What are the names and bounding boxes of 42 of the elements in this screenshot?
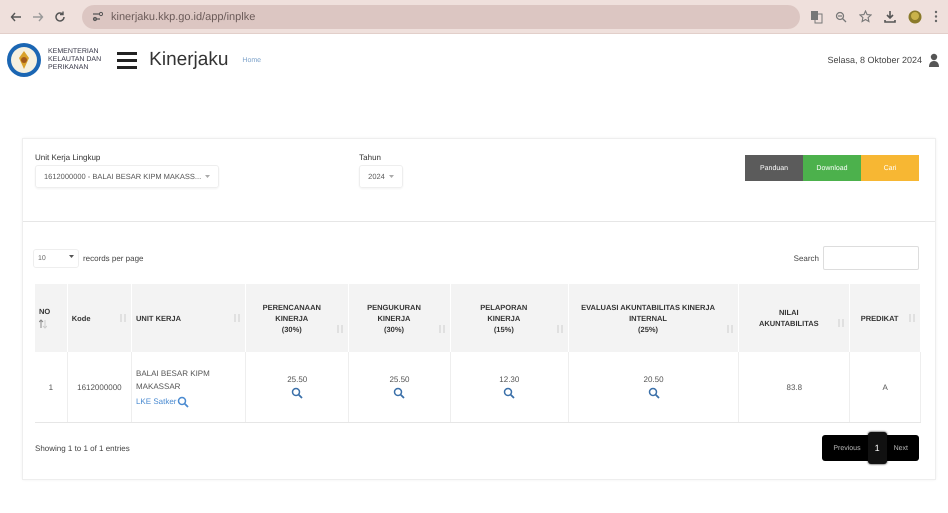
search-icon[interactable] [648, 387, 660, 399]
table-cell: 25.50 [287, 375, 308, 384]
avatar-icon[interactable] [908, 10, 922, 24]
caret-icon [388, 175, 394, 178]
search-icon[interactable] [393, 387, 406, 399]
pagination-button[interactable]: 1 [868, 432, 887, 464]
app-title: Kinerjaku [149, 49, 228, 71]
table-cell: 83.8 [786, 382, 802, 392]
translate-icon[interactable] [810, 10, 823, 24]
table-cell: 25.50 [389, 375, 410, 384]
table-cell: 20.50 [644, 375, 664, 384]
caret-icon [205, 175, 210, 178]
sort-ascending-icon[interactable] [39, 319, 47, 329]
menu-icon[interactable] [117, 50, 138, 70]
back-icon[interactable] [10, 10, 22, 22]
search-icon[interactable] [291, 387, 304, 399]
table-cell-text: BALAI BESAR KIPM MAKASSAR [136, 368, 211, 392]
url-text: kinerjaku.kkp.go.id/app/inplke [111, 10, 256, 22]
table-cell: A [882, 382, 888, 392]
filter-label: Tahun [359, 153, 382, 162]
search-field[interactable] [823, 246, 919, 270]
zoom-icon[interactable] [835, 10, 847, 22]
logo-icon [6, 42, 42, 78]
lke-link[interactable]: LKE Satker [136, 397, 176, 406]
table-cell: 12.30 [499, 375, 520, 384]
search-icon[interactable] [503, 387, 516, 399]
address-bar[interactable]: kinerjaku.kkp.go.id/app/inplke [82, 4, 800, 28]
download-icon[interactable] [884, 10, 896, 23]
search-icon[interactable] [177, 396, 190, 408]
site-settings-icon[interactable] [92, 11, 103, 22]
reload-icon[interactable] [54, 10, 66, 22]
date-text: Selasa, 8 Oktober 2024 [827, 55, 922, 65]
caret-icon [69, 254, 74, 258]
forward-icon[interactable] [32, 10, 44, 22]
filter-label: Unit Kerja Lingkup [35, 153, 102, 162]
entries-info: Showing 1 to 1 of 1 entries [35, 444, 130, 452]
user-icon[interactable] [928, 53, 940, 67]
search-label: Search [794, 254, 819, 262]
table-cell: 1612000000 [77, 382, 122, 392]
page-size-label: records per page [83, 254, 144, 262]
star-icon[interactable] [859, 10, 872, 23]
table-cell: 1 [48, 382, 54, 392]
